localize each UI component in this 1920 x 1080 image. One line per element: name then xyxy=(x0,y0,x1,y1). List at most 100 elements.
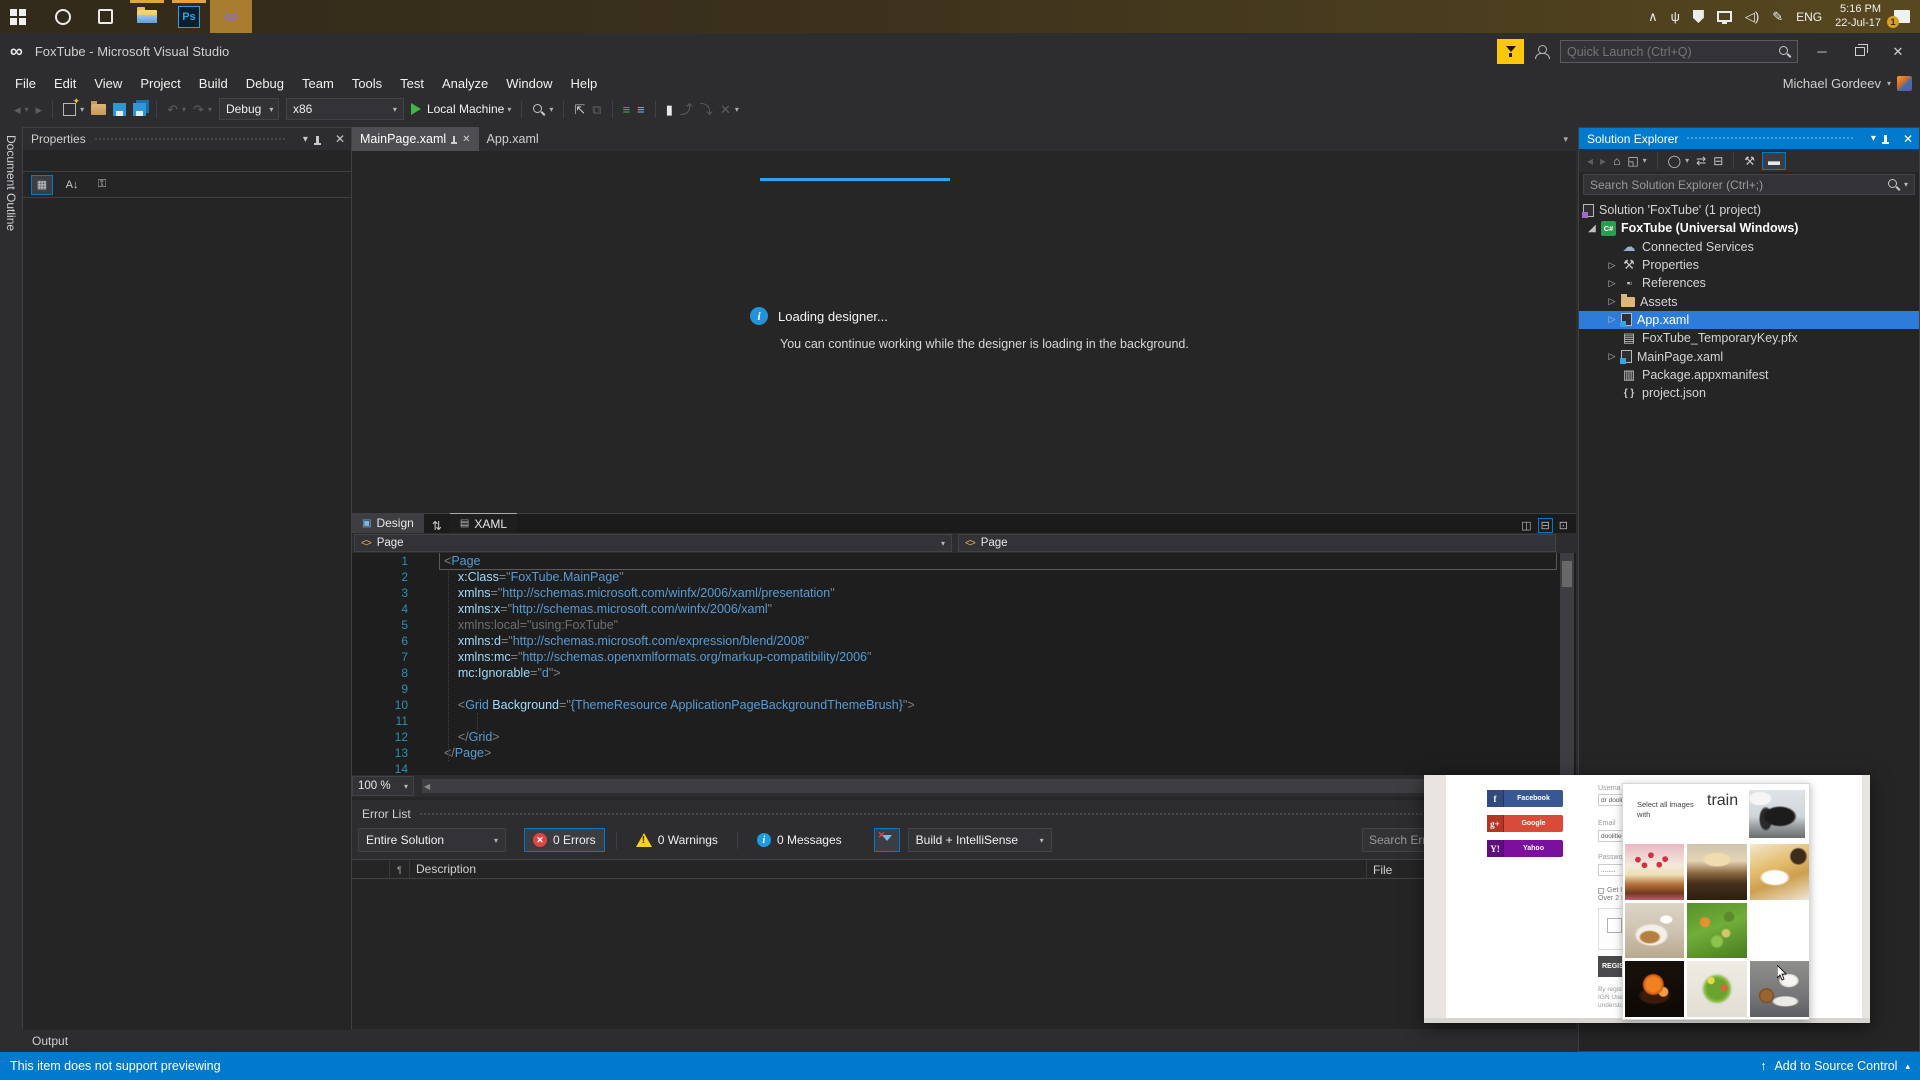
tree-item-connected-services[interactable]: ☁ Connected Services xyxy=(1579,238,1919,256)
user-menu[interactable]: Michael Gordeev ▾ xyxy=(1783,75,1920,91)
increase-indent-icon[interactable]: ≡ xyxy=(637,103,645,116)
sync-with-active-document-icon[interactable]: ⇄ xyxy=(1696,154,1706,168)
tree-item-project-json[interactable]: { } project.json xyxy=(1579,384,1919,402)
photoshop-button[interactable]: Ps xyxy=(168,0,210,33)
code-line-2[interactable]: 2 x:Class="FoxTube.MainPage" xyxy=(352,569,1576,585)
start-debugging-button[interactable]: Local Machine ▾ xyxy=(410,102,511,116)
code-line-5[interactable]: 5 xmlns:local="using:FoxTube" xyxy=(352,617,1576,633)
close-icon[interactable]: ✕ xyxy=(462,134,470,145)
visual-studio-button[interactable]: ∞ xyxy=(210,0,252,33)
element-dropdown-left[interactable]: <> Page ▾ xyxy=(354,534,952,552)
navigate-forward-icon[interactable]: ▸ xyxy=(36,103,43,116)
decrease-indent-icon[interactable]: ≡ xyxy=(623,103,631,116)
captcha-checkbox[interactable] xyxy=(1607,918,1622,933)
collapsed-expander-icon[interactable]: ▷ xyxy=(1603,260,1621,271)
output-panel-tab[interactable]: Output xyxy=(0,1030,1578,1052)
pen-icon[interactable]: ✎ xyxy=(1772,9,1783,25)
newsletter-checkbox[interactable] xyxy=(1598,888,1604,894)
window-position-icon[interactable]: ▾ xyxy=(303,134,308,145)
window-position-icon[interactable]: ▾ xyxy=(1871,133,1876,144)
previous-bookmark-icon[interactable]: ⤴ xyxy=(680,103,693,116)
code-line-4[interactable]: 4 xmlns:x="http://schemas.microsoft.com/… xyxy=(352,601,1576,617)
tab-list-dropdown-icon[interactable]: ▾ xyxy=(1555,127,1576,151)
file-column-header[interactable]: File xyxy=(1366,860,1392,878)
xaml-code-editor[interactable]: 1 <Page 2 x:Class="FoxTube.MainPage" 3 xmln… xyxy=(352,553,1576,775)
properties-icon[interactable]: ⚒ xyxy=(1744,154,1755,168)
code-line-10[interactable]: 10 <Grid Background="{ThemeResource Appl… xyxy=(352,697,1576,713)
feedback-button[interactable] xyxy=(1497,39,1524,64)
scope-dropdown[interactable]: Entire Solution ▾ xyxy=(358,828,506,852)
menu-item-tools[interactable]: Tools xyxy=(343,73,391,94)
minimize-button[interactable]: ─ xyxy=(1808,44,1836,59)
solution-explorer-header[interactable]: Solution Explorer ▾ ✕ xyxy=(1579,128,1919,149)
tab-app-xaml[interactable]: App.xaml xyxy=(479,127,547,151)
tree-item-assets[interactable]: ▷ Assets xyxy=(1579,292,1919,310)
categorized-icon[interactable]: ▦ xyxy=(31,174,53,195)
collapsed-expander-icon[interactable]: ▷ xyxy=(1603,278,1621,289)
severity-column-icon[interactable]: ¶ xyxy=(390,860,410,878)
code-line-3[interactable]: 3 xmlns="http://schemas.microsoft.com/wi… xyxy=(352,585,1576,601)
code-line-13[interactable]: 13 </Page> xyxy=(352,745,1576,761)
collapse-pane-icon[interactable]: ⊡ xyxy=(1559,519,1568,532)
xaml-view-tab[interactable]: ▤ XAML xyxy=(449,513,518,533)
pin-icon[interactable] xyxy=(1881,135,1889,144)
redo-icon[interactable]: ↷ xyxy=(193,103,204,116)
swap-panes-icon[interactable]: ⇅ xyxy=(424,519,450,533)
comment-icon[interactable]: ⧉ xyxy=(592,103,601,116)
captcha-image-orange-bowl[interactable] xyxy=(1625,961,1685,1017)
pin-icon[interactable] xyxy=(451,136,458,144)
tree-item-solution-foxtube-1-project[interactable]: Solution 'FoxTube' (1 project) xyxy=(1579,201,1919,219)
zoom-level-dropdown[interactable]: 100 % ▾ xyxy=(352,776,414,796)
menu-item-window[interactable]: Window xyxy=(497,73,561,94)
clock[interactable]: 5:16 PM 22-Jul-17 xyxy=(1835,3,1881,31)
captcha-image-baklava-coffee[interactable] xyxy=(1749,844,1809,900)
menu-item-help[interactable]: Help xyxy=(562,73,607,94)
home-icon[interactable]: ⌂ xyxy=(1613,154,1620,168)
alphabetical-sort-icon[interactable]: A↓ xyxy=(61,175,83,195)
facebook-login-button[interactable]: f Facebook xyxy=(1487,790,1563,807)
back-icon[interactable]: ◂ xyxy=(1587,154,1593,168)
clear-bookmarks-icon[interactable]: ✕ xyxy=(720,103,731,116)
vertical-scrollbar[interactable]: ✛ xyxy=(1560,553,1574,775)
menu-item-project[interactable]: Project xyxy=(131,73,189,94)
element-dropdown-right[interactable]: <> Page xyxy=(958,534,1556,552)
cortana-button[interactable] xyxy=(42,0,84,33)
collapse-all-icon[interactable]: ⊟ xyxy=(1713,154,1723,168)
menu-item-debug[interactable]: Debug xyxy=(237,73,293,94)
code-line-14[interactable]: 14 xyxy=(352,761,1576,775)
add-to-source-control-button[interactable]: ↑ Add to Source Control ▴ xyxy=(1760,1059,1910,1073)
horizontal-split-icon[interactable]: ⊟ xyxy=(1537,518,1553,533)
code-line-1[interactable]: 1 <Page xyxy=(352,553,1576,570)
captcha-image-breakfast-plate[interactable] xyxy=(1625,902,1685,959)
switch-views-icon[interactable]: ◱ xyxy=(1627,154,1638,168)
restore-button[interactable] xyxy=(1846,44,1874,59)
close-icon[interactable]: ✕ xyxy=(1903,132,1913,146)
language-indicator[interactable]: ENG xyxy=(1796,10,1822,24)
code-line-11[interactable]: 11 xyxy=(352,713,1576,729)
preview-selected-items-toggle[interactable]: ▬ xyxy=(1762,151,1787,170)
error-list-header[interactable]: Error List xyxy=(352,803,1576,825)
file-explorer-button[interactable] xyxy=(126,0,168,33)
captcha-image-salad-bowl[interactable] xyxy=(1687,961,1747,1017)
speaker-icon[interactable]: ◁) xyxy=(1745,9,1759,25)
document-outline-tab[interactable]: Document Outline xyxy=(0,127,22,1030)
code-line-12[interactable]: 12 </Grid> xyxy=(352,729,1576,745)
save-all-icon[interactable] xyxy=(133,102,147,116)
description-column-header[interactable]: Description xyxy=(410,862,1576,876)
save-icon[interactable] xyxy=(113,102,127,116)
captcha-image-salad[interactable] xyxy=(1687,902,1747,959)
source-dropdown[interactable]: Build + IntelliSense ▾ xyxy=(907,828,1052,852)
menu-item-test[interactable]: Test xyxy=(391,73,433,94)
splitter-handle[interactable]: ✛ xyxy=(1560,553,1574,555)
google-login-button[interactable]: g+ Google xyxy=(1487,815,1563,832)
tree-item-foxtube-universal-windows[interactable]: ◢ C# FoxTube (Universal Windows) xyxy=(1579,219,1919,237)
menu-item-team[interactable]: Team xyxy=(293,73,343,94)
collapsed-expander-icon[interactable]: ▷ xyxy=(1603,296,1621,307)
solution-explorer-search-box[interactable]: Search Solution Explorer (Ctrl+;) ▾ xyxy=(1583,174,1915,195)
scrollbar-thumb[interactable] xyxy=(1562,561,1572,587)
task-view-button[interactable] xyxy=(84,0,126,33)
code-line-6[interactable]: 6 xmlns:d="http://schemas.microsoft.com/… xyxy=(352,633,1576,649)
properties-panel-header[interactable]: Properties ▾ ✕ xyxy=(23,128,351,150)
close-button[interactable]: ✕ xyxy=(1884,44,1912,60)
clear-filter-button[interactable]: ✕ xyxy=(873,828,900,852)
